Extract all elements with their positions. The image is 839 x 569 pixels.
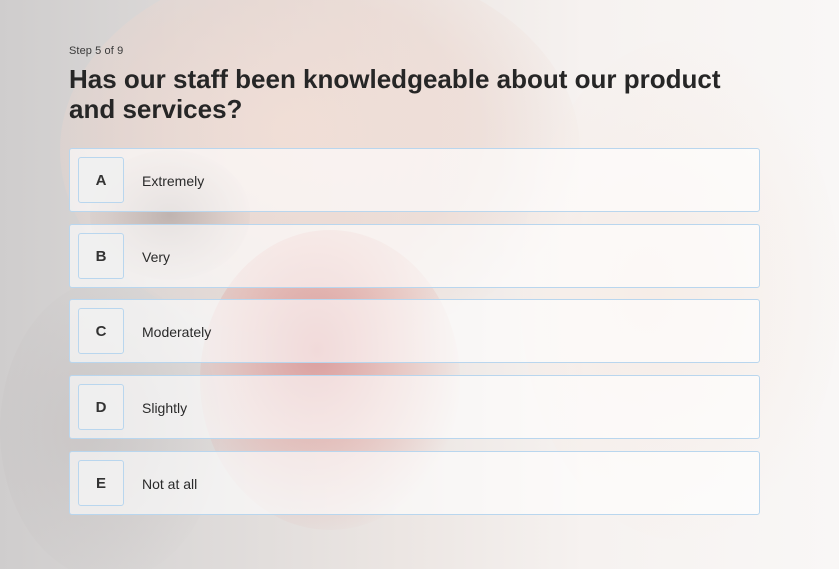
question-title: Has our staff been knowledgeable about o…	[69, 64, 721, 124]
option-key: D	[78, 384, 124, 430]
option-extremely[interactable]: A Extremely	[69, 148, 760, 212]
option-key: A	[78, 157, 124, 203]
option-very[interactable]: B Very	[69, 224, 760, 288]
option-not-at-all[interactable]: E Not at all	[69, 451, 760, 515]
option-moderately[interactable]: C Moderately	[69, 299, 760, 363]
option-label: Extremely	[142, 173, 205, 189]
option-label: Not at all	[142, 476, 198, 492]
option-label: Moderately	[142, 324, 212, 340]
option-key: B	[78, 233, 124, 279]
option-label: Very	[142, 249, 171, 265]
option-label: Slightly	[142, 400, 188, 416]
option-key: E	[78, 460, 124, 506]
option-slightly[interactable]: D Slightly	[69, 375, 760, 439]
option-key: C	[78, 308, 124, 354]
step-indicator: Step 5 of 9	[69, 45, 124, 57]
